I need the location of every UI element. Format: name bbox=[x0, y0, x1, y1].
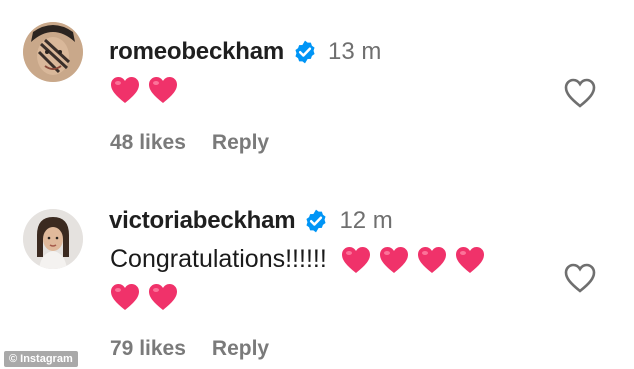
likes-count[interactable]: 48 likes bbox=[110, 131, 186, 155]
heart-emoji-icon bbox=[148, 76, 178, 104]
likes-count[interactable]: 79 likes bbox=[110, 337, 186, 361]
heart-emoji-icon bbox=[110, 283, 140, 311]
comment-text-line bbox=[110, 76, 186, 104]
reply-button[interactable]: Reply bbox=[212, 131, 269, 155]
username[interactable]: victoriabeckham bbox=[109, 207, 296, 235]
heart-outline-icon[interactable] bbox=[563, 262, 597, 294]
comment-header: victoriabeckham 12 m bbox=[109, 207, 393, 235]
heart-emoji-icon bbox=[417, 246, 447, 274]
comment-header: romeobeckham 13 m bbox=[109, 38, 381, 66]
comment-text: Congratulations!!!!!! bbox=[110, 245, 327, 273]
heart-outline-icon[interactable] bbox=[563, 77, 597, 109]
heart-emoji-icon bbox=[148, 283, 178, 311]
timestamp: 13 m bbox=[328, 38, 382, 65]
username[interactable]: romeobeckham bbox=[109, 38, 284, 66]
comment-text-line bbox=[110, 283, 186, 311]
timestamp: 12 m bbox=[339, 207, 393, 234]
heart-emoji-icon bbox=[379, 246, 409, 274]
comment-text-line: Congratulations!!!!!! bbox=[110, 245, 493, 274]
heart-emoji-icon bbox=[455, 246, 485, 274]
comment-meta: 79 likes Reply bbox=[110, 337, 269, 361]
verified-badge-icon bbox=[292, 39, 318, 65]
avatar[interactable] bbox=[23, 209, 83, 269]
comment-meta: 48 likes Reply bbox=[110, 131, 269, 155]
reply-button[interactable]: Reply bbox=[212, 337, 269, 361]
watermark: © Instagram bbox=[4, 351, 78, 367]
verified-badge-icon bbox=[303, 208, 329, 234]
heart-emoji-icon bbox=[110, 76, 140, 104]
avatar[interactable] bbox=[23, 22, 83, 82]
heart-emoji-icon bbox=[341, 246, 371, 274]
